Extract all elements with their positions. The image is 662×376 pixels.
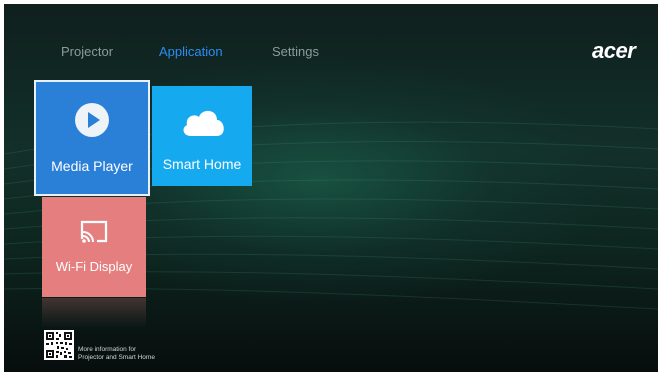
launcher-screen: Projector Application Settings acer Medi…: [4, 4, 658, 372]
tab-projector[interactable]: Projector: [61, 44, 113, 59]
acer-logo: acer: [592, 38, 636, 63]
media-player-label: Media Player: [51, 158, 133, 174]
screen-cast-icon: [80, 220, 108, 243]
smart-home-tile[interactable]: Smart Home: [152, 86, 252, 186]
media-player-tile[interactable]: Media Player: [36, 82, 148, 194]
qr-info-text: More information for Projector and Smart…: [78, 346, 155, 362]
tile-reflection: [42, 298, 146, 328]
qr-code[interactable]: [44, 330, 74, 360]
tab-application[interactable]: Application: [151, 44, 231, 59]
wifi-display-tile[interactable]: Wi-Fi Display: [42, 197, 146, 297]
wifi-display-label: Wi-Fi Display: [55, 259, 133, 274]
smart-home-label: Smart Home: [162, 156, 242, 172]
qr-info-line-1: More information for: [78, 346, 137, 353]
qr-info-line-2: Projector and Smart Home: [78, 354, 155, 361]
cloud-icon: [183, 110, 224, 136]
play-circle-icon: [75, 103, 109, 137]
tab-settings[interactable]: Settings: [272, 44, 319, 59]
